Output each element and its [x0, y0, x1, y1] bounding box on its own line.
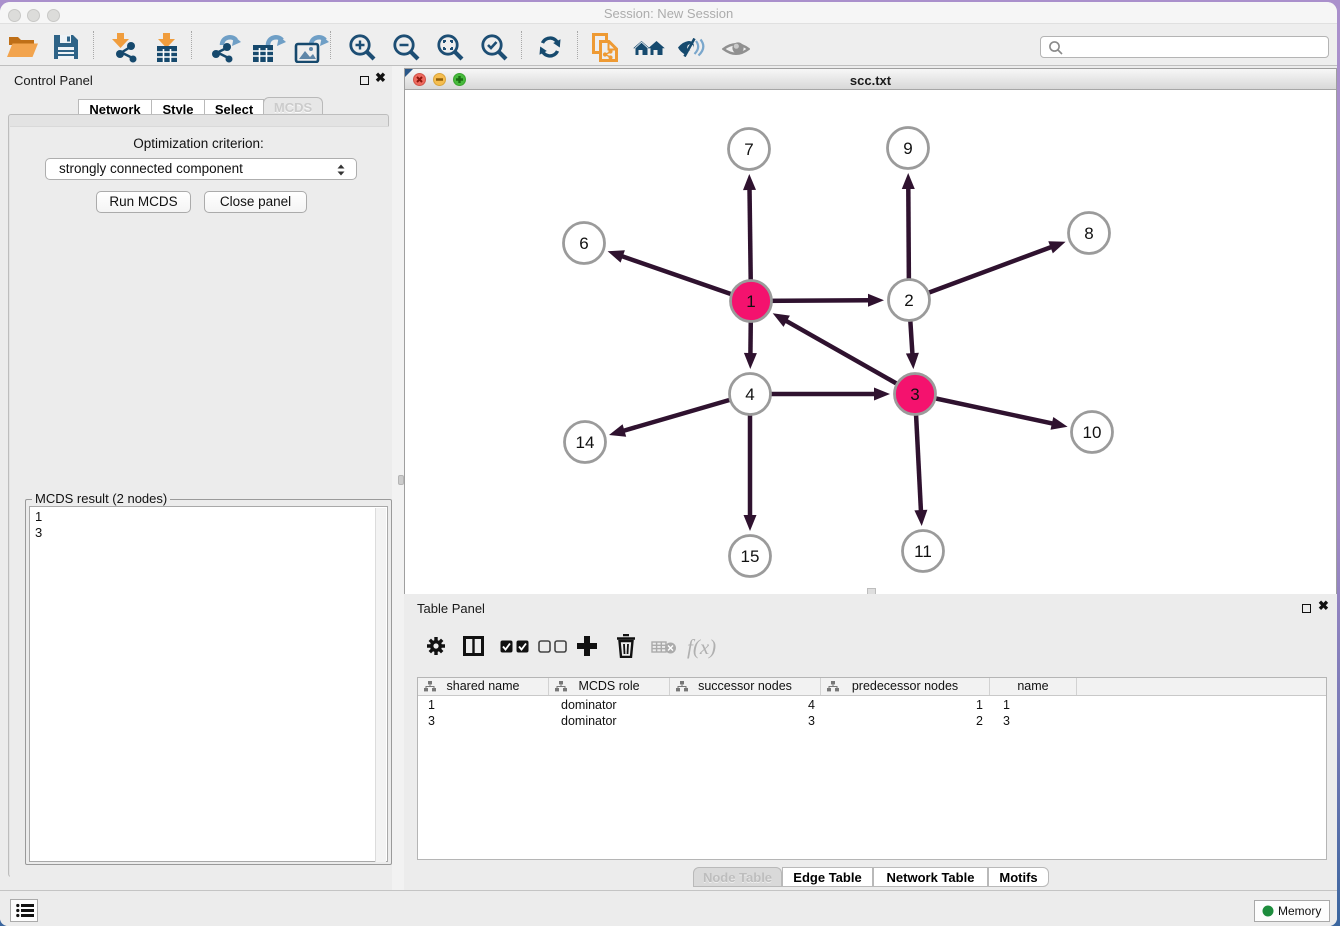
svg-text:8: 8	[1084, 224, 1093, 243]
svg-text:10: 10	[1083, 423, 1102, 442]
svg-text:6: 6	[579, 234, 588, 253]
svg-text:2: 2	[904, 291, 913, 310]
svg-text:14: 14	[576, 433, 595, 452]
svg-text:3: 3	[910, 385, 919, 404]
svg-text:9: 9	[903, 139, 912, 158]
svg-text:15: 15	[741, 547, 760, 566]
svg-text:11: 11	[914, 542, 932, 561]
svg-text:4: 4	[745, 385, 754, 404]
svg-text:1: 1	[746, 292, 755, 311]
svg-text:7: 7	[744, 140, 753, 159]
